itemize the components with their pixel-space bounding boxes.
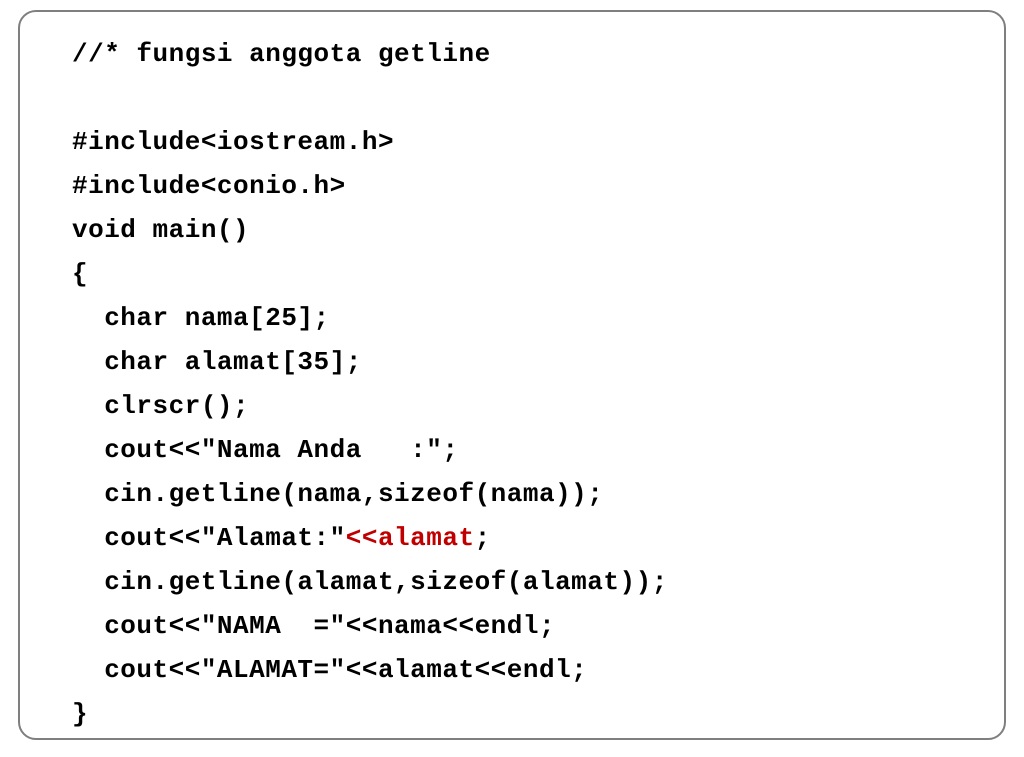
code-line: { (72, 252, 964, 296)
code-line: #include<conio.h> (72, 164, 964, 208)
code-segment: ; (475, 523, 491, 553)
code-line: char alamat[35]; (72, 340, 964, 384)
code-line: } (72, 692, 964, 736)
code-line: clrscr(); (72, 384, 964, 428)
code-line: cout<<"NAMA ="<<nama<<endl; (72, 604, 964, 648)
code-line: void main() (72, 208, 964, 252)
code-line: cin.getline(alamat,sizeof(alamat)); (72, 560, 964, 604)
code-segment: cout<<"Alamat:" (72, 523, 346, 553)
code-line: //* fungsi anggota getline (72, 32, 964, 76)
code-line: #include<iostream.h> (72, 120, 964, 164)
code-line: cout<<"ALAMAT="<<alamat<<endl; (72, 648, 964, 692)
code-line: cin.getline(nama,sizeof(nama)); (72, 472, 964, 516)
code-container: //* fungsi anggota getline #include<iost… (18, 10, 1006, 740)
code-segment-highlight: <<alamat (346, 523, 475, 553)
code-line: cout<<"Nama Anda :"; (72, 428, 964, 472)
code-line: cout<<"Alamat:"<<alamat; (72, 516, 964, 560)
blank-line (72, 76, 964, 120)
code-line: char nama[25]; (72, 296, 964, 340)
